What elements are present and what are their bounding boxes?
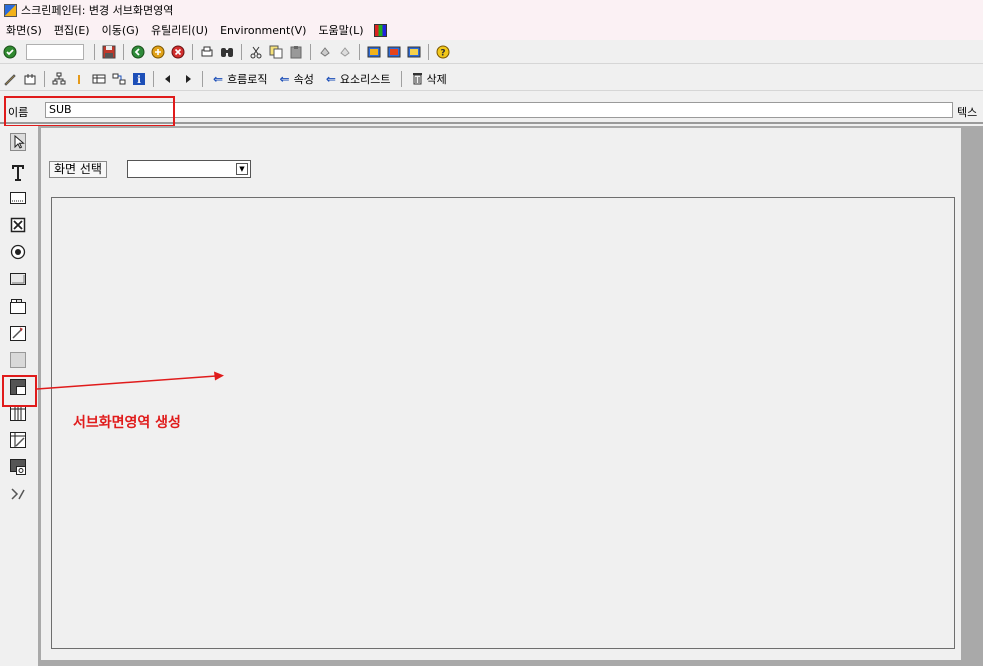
menu-screen[interactable]: 화면(S)	[0, 22, 48, 38]
menu-environment[interactable]: Environment(V)	[214, 24, 312, 37]
flow-logic-button[interactable]: ⇐ 흐름로직	[213, 71, 268, 87]
subscreen-area[interactable]	[51, 197, 955, 649]
delete-label: 삭제	[426, 72, 447, 86]
toolbar-separator	[400, 70, 402, 87]
toolbar-separator	[202, 70, 203, 87]
exit-icon[interactable]	[150, 44, 166, 60]
flow-logic-label: 흐름로직	[227, 72, 268, 86]
arrow-left-icon: ⇐	[325, 71, 336, 86]
toolbar-separator	[241, 43, 242, 60]
text-label: 텍스	[957, 106, 978, 119]
radio-button-icon[interactable]	[9, 243, 27, 261]
enter-check-icon[interactable]	[2, 44, 18, 60]
box-icon[interactable]	[9, 351, 27, 369]
undo-icon[interactable]	[317, 44, 333, 60]
name-input[interactable]: SUB	[45, 102, 953, 118]
menu-help[interactable]: 도움말(L)	[312, 22, 369, 38]
toolbar-separator	[310, 43, 311, 60]
title-bar: 스크린페인터: 변경 서브화면영역	[0, 0, 983, 20]
marker-icon[interactable]	[71, 71, 87, 87]
paste-icon[interactable]	[288, 44, 304, 60]
arrow-left-icon: ⇐	[279, 71, 290, 86]
hierarchy-icon[interactable]	[51, 71, 67, 87]
custom-control-icon[interactable]	[9, 458, 27, 476]
trash-icon	[412, 72, 423, 85]
toolbar-separator	[94, 43, 95, 60]
screen-select-label: 화면 선택	[49, 161, 107, 178]
toolbar-separator	[153, 70, 154, 87]
print-icon[interactable]	[199, 44, 215, 60]
cancel-icon[interactable]	[170, 44, 186, 60]
annotation-arrow	[36, 371, 224, 390]
layout-icon-2[interactable]	[386, 44, 402, 60]
checkbox-icon[interactable]	[9, 216, 27, 234]
svg-text:i: i	[137, 75, 141, 86]
highlight-name-box	[4, 96, 175, 127]
annotation-label: 서브화면영역 생성	[73, 415, 181, 431]
copy-icon[interactable]	[268, 44, 284, 60]
info-icon[interactable]: i	[131, 71, 147, 87]
redo-icon[interactable]	[337, 44, 353, 60]
menu-utilities[interactable]: 유틸리티(U)	[145, 22, 214, 38]
standard-toolbar: ?	[0, 40, 983, 64]
svg-text:?: ?	[440, 48, 445, 58]
attributes-button[interactable]: ⇐ 속성	[280, 71, 314, 87]
find-icon[interactable]	[219, 44, 235, 60]
display-change-icon[interactable]	[2, 71, 18, 87]
attributes-label: 속성	[293, 72, 314, 86]
next-icon[interactable]	[180, 71, 196, 87]
help-icon[interactable]: ?	[435, 44, 451, 60]
cut-icon[interactable]	[248, 44, 264, 60]
screen-painter-icon	[4, 3, 17, 17]
status-icon[interactable]	[9, 485, 27, 503]
layout-icon-1[interactable]	[366, 44, 382, 60]
layout-editor-icon[interactable]	[91, 71, 107, 87]
toolbar-separator	[192, 43, 193, 60]
pushbutton-icon[interactable]	[9, 270, 27, 288]
toolbar-separator	[428, 43, 429, 60]
input-field-icon[interactable]	[9, 189, 27, 207]
screen-select-dropdown[interactable]: ▼	[127, 160, 251, 178]
save-icon[interactable]	[101, 44, 117, 60]
menu-goto[interactable]: 이동(G)	[96, 22, 145, 38]
command-field[interactable]	[26, 43, 84, 60]
element-list-button[interactable]: ⇐ 요소리스트	[326, 71, 391, 87]
back-icon[interactable]	[130, 44, 146, 60]
arrow-left-icon: ⇐	[213, 71, 224, 86]
application-toolbar: i ⇐ 흐름로직 ⇐ 속성 ⇐ 요소리스트 삭제	[0, 67, 983, 91]
delete-button[interactable]: 삭제	[412, 71, 447, 87]
select-pointer-icon[interactable]	[9, 133, 27, 151]
highlight-subscreen-tool	[2, 375, 37, 407]
menu-bar: 화면(S) 편집(E) 이동(G) 유틸리티(U) Environment(V)…	[0, 20, 983, 40]
toolbar-separator	[359, 43, 360, 60]
toolbar-separator	[123, 43, 124, 60]
menu-edit[interactable]: 편집(E)	[48, 22, 96, 38]
element-list-label: 요소리스트	[339, 72, 391, 86]
window-title: 스크린페인터: 변경 서브화면영역	[21, 4, 174, 17]
chevron-down-icon[interactable]: ▼	[236, 163, 248, 175]
text-field-icon[interactable]	[9, 163, 27, 181]
fields-icon[interactable]	[111, 71, 127, 87]
customize-layout-icon[interactable]	[373, 23, 387, 37]
toolbar-separator	[44, 70, 45, 87]
table-control-wizard-icon[interactable]	[9, 431, 27, 449]
activate-icon[interactable]	[22, 71, 38, 87]
layout-icon-3[interactable]	[406, 44, 422, 60]
tabstrip-icon[interactable]	[9, 297, 27, 315]
tabstrip-wizard-icon[interactable]	[9, 324, 27, 342]
previous-icon[interactable]	[160, 71, 176, 87]
